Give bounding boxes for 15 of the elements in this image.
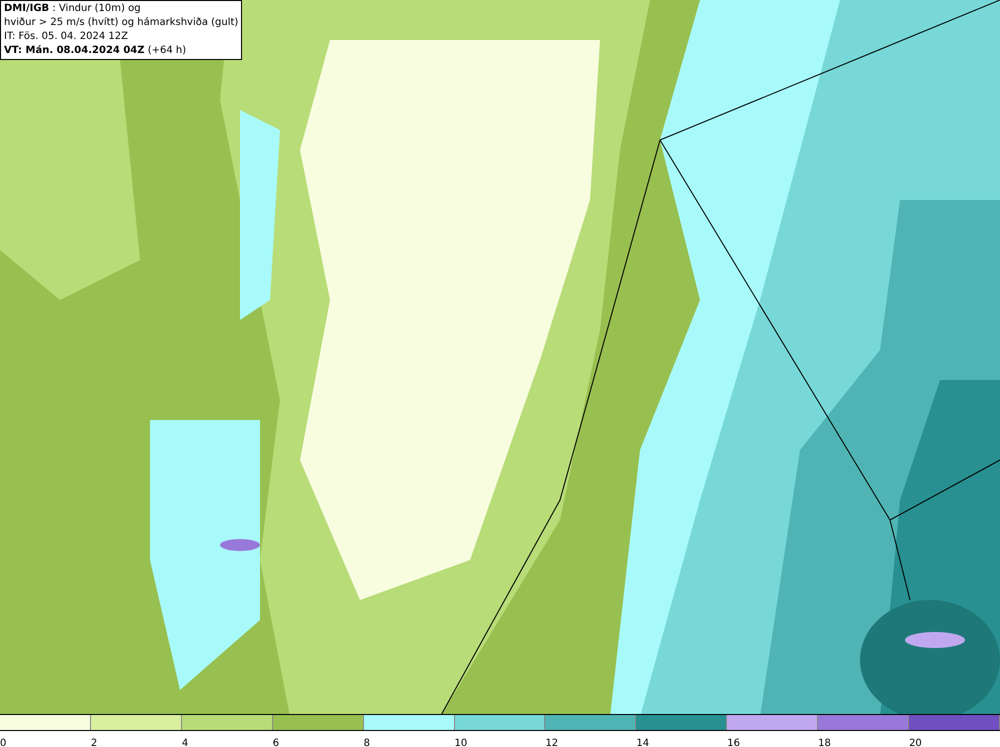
title-line: IT: Fös. 05. 04. 2024 12Z (4, 30, 129, 44)
legend-label: 0 (0, 738, 6, 747)
legend-label: 8 (364, 738, 370, 747)
legend-label: 6 (272, 738, 280, 747)
legend-label: 20 (909, 738, 922, 747)
legend-label: 4 (182, 738, 188, 747)
title-line: hviður > 25 m/s (hvítt) og hámarkshviða (gult) (4, 16, 238, 30)
legend-label: 18 (818, 738, 831, 747)
title-line: DMI/IGB : Vindur (10m) og (4, 2, 142, 16)
title-line: VT: Mán. 08.04.2024 04Z (+64 h) (4, 44, 188, 58)
legend-label: 12 (545, 738, 558, 747)
legend-label: 10 (454, 738, 468, 747)
legend-label: 14 (636, 738, 650, 747)
legend-label: 16 (727, 738, 740, 747)
legend-label: 2 (90, 738, 98, 747)
